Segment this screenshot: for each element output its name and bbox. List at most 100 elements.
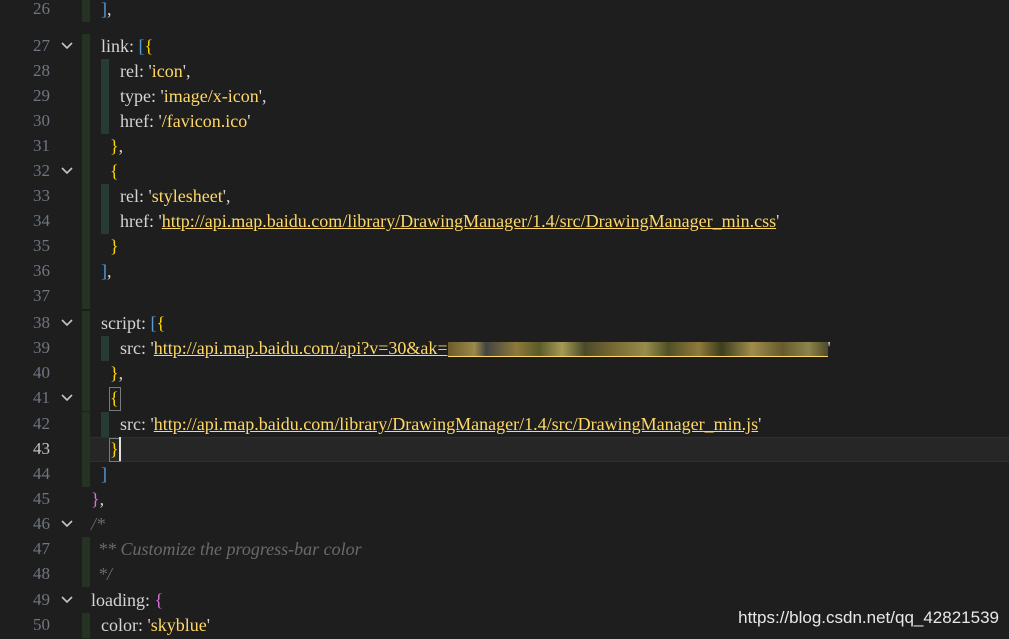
code-text: ** Customize the progress-bar color	[98, 539, 362, 559]
code-text: type: 'image/x-icon',	[120, 86, 267, 106]
code-text: },	[91, 489, 105, 509]
line-number: 26	[33, 0, 50, 18]
indent-guide	[82, 259, 90, 284]
line-number: 46	[33, 514, 50, 533]
code-line[interactable]: 32 {	[0, 159, 1009, 184]
chevron-down-icon[interactable]	[60, 594, 74, 606]
code-text: script: [{	[101, 313, 166, 333]
code-line[interactable]: 46 /*	[0, 512, 1009, 537]
code-line[interactable]: 44 ]	[0, 462, 1009, 487]
chevron-down-icon[interactable]	[60, 165, 74, 177]
indent-guide	[82, 184, 90, 209]
code-line[interactable]: 48 */	[0, 562, 1009, 587]
url-link[interactable]: http://api.map.baidu.com/library/Drawing…	[154, 414, 758, 434]
code-text: },	[110, 363, 124, 383]
indent-guide	[101, 109, 109, 134]
indent-guide	[101, 84, 109, 109]
chevron-down-icon[interactable]	[60, 518, 74, 530]
code-line[interactable]: 27 link: [{	[0, 34, 1009, 59]
indent-guide	[101, 336, 109, 361]
line-number: 43	[33, 439, 50, 458]
line-number: 36	[33, 261, 50, 280]
code-text: rel: 'stylesheet',	[120, 186, 231, 206]
code-text: href: 'http://api.map.baidu.com/library/…	[120, 211, 780, 231]
indent-guide	[82, 462, 90, 487]
code-text: {	[110, 388, 119, 408]
code-line[interactable]: 41 {	[0, 386, 1009, 411]
indent-guide	[82, 159, 90, 184]
code-line[interactable]: 39 src: 'http://api.map.baidu.com/api?v=…	[0, 336, 1009, 361]
code-text: href: '/favicon.ico'	[120, 111, 251, 131]
line-number: 48	[33, 564, 50, 583]
code-text: link: [{	[101, 36, 154, 56]
indent-guide	[82, 34, 90, 59]
code-line[interactable]: 38 script: [{	[0, 311, 1009, 336]
chevron-down-icon[interactable]	[60, 392, 74, 404]
code-text: src: 'http://api.map.baidu.com/api?v=30&…	[120, 338, 831, 358]
code-line[interactable]: 34 href: 'http://api.map.baidu.com/libra…	[0, 209, 1009, 234]
code-line[interactable]: 31 },	[0, 134, 1009, 159]
url-link[interactable]: http://api.map.baidu.com/api?v=30&ak=	[154, 338, 448, 358]
code-line[interactable]: 47 ** Customize the progress-bar color	[0, 537, 1009, 562]
indent-guide	[82, 109, 90, 134]
code-line[interactable]: 35 }	[0, 234, 1009, 259]
indent-guide	[82, 134, 90, 159]
code-line[interactable]: 36 ],	[0, 259, 1009, 284]
watermark: https://blog.csdn.net/qq_42821539	[738, 608, 999, 627]
indent-guide	[82, 59, 90, 84]
line-number: 33	[33, 186, 50, 205]
code-line[interactable]: 42 src: 'http://api.map.baidu.com/librar…	[0, 412, 1009, 437]
line-number: 29	[33, 86, 50, 105]
code-line[interactable]: 28 rel: 'icon',	[0, 59, 1009, 84]
line-number: 31	[33, 136, 50, 155]
indent-guide	[82, 234, 90, 259]
code-line[interactable]: 29 type: 'image/x-icon',	[0, 84, 1009, 109]
code-text: }	[110, 236, 119, 256]
line-number: 50	[33, 615, 50, 634]
indent-guide	[82, 437, 90, 462]
indent-guide	[101, 59, 109, 84]
code-line[interactable]: 40 },	[0, 361, 1009, 386]
line-number: 39	[33, 338, 50, 357]
line-number: 35	[33, 236, 50, 255]
code-text: loading: {	[91, 590, 164, 610]
chevron-down-icon[interactable]	[60, 317, 74, 329]
code-line[interactable]: 45 },	[0, 487, 1009, 512]
line-number: 49	[33, 590, 50, 609]
code-line-current[interactable]: 43 }	[0, 437, 1009, 462]
text-cursor	[119, 437, 121, 461]
indent-guide	[82, 361, 90, 386]
indent-guide	[82, 562, 90, 587]
code-text: }	[110, 439, 119, 459]
code-text: ]	[101, 464, 107, 484]
code-line[interactable]: 26 ],	[0, 0, 1009, 22]
indent-guide	[82, 412, 90, 437]
line-number: 38	[33, 313, 50, 332]
code-line[interactable]: 30 href: '/favicon.ico'	[0, 109, 1009, 134]
indent-guide	[82, 613, 90, 638]
line-number: 27	[33, 36, 50, 55]
code-text: color: 'skyblue'	[101, 615, 210, 635]
line-number: 45	[33, 489, 50, 508]
code-line[interactable]: 33 rel: 'stylesheet',	[0, 184, 1009, 209]
code-text: {	[110, 161, 119, 181]
line-number: 42	[33, 414, 50, 433]
line-number: 47	[33, 539, 50, 558]
line-number: 34	[33, 211, 50, 230]
indent-guide	[82, 284, 90, 309]
url-link[interactable]: http://api.map.baidu.com/library/Drawing…	[162, 211, 776, 231]
indent-guide	[82, 311, 90, 336]
indent-guide	[82, 336, 90, 361]
line-number: 40	[33, 363, 50, 382]
code-line[interactable]: 37	[0, 284, 1009, 309]
code-editor[interactable]: 26 ], 27 link: [{ 28 rel: 'icon', 29 typ…	[0, 0, 1009, 639]
indent-guide	[101, 209, 109, 234]
indent-guide	[101, 412, 109, 437]
line-number: 32	[33, 161, 50, 180]
chevron-down-icon[interactable]	[60, 40, 74, 52]
code-text: src: 'http://api.map.baidu.com/library/D…	[120, 414, 762, 434]
line-number: 41	[33, 388, 50, 407]
current-line-highlight	[82, 437, 1009, 462]
line-number: 30	[33, 111, 50, 130]
indent-guide	[82, 209, 90, 234]
